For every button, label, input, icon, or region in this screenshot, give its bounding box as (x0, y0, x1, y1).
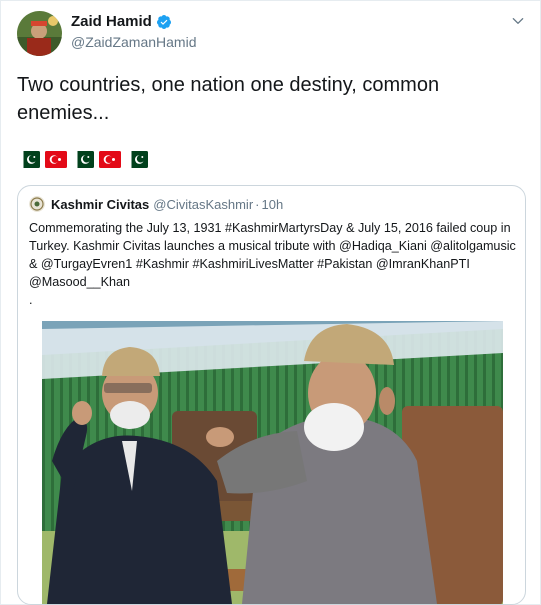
quoted-timestamp[interactable]: 10h (262, 197, 284, 212)
author-name-row: Zaid Hamid (71, 13, 172, 30)
quoted-author-handle[interactable]: @CivitasKashmir (153, 197, 253, 212)
turkey-flag-icon (99, 151, 121, 168)
author-avatar[interactable] (17, 11, 62, 56)
author-name[interactable]: Zaid Hamid (71, 13, 152, 30)
video-thumbnail[interactable] (42, 321, 503, 604)
pakistan-flag-icon (18, 151, 40, 168)
quoted-tweet[interactable]: Kashmir Civitas @CivitasKashmir · 10h Co… (17, 185, 526, 605)
quoted-author-name[interactable]: Kashmir Civitas (51, 197, 149, 212)
video-frame-image (42, 321, 503, 604)
author-handle[interactable]: @ZaidZamanHamid (71, 34, 196, 50)
pakistan-flag-icon (72, 151, 94, 168)
pakistan-flag-icon (126, 151, 148, 168)
quoted-tweet-text: Commemorating the July 13, 1931 #Kashmir… (29, 221, 516, 307)
tweet-card: Zaid Hamid @ZaidZamanHamid Two countries… (0, 0, 541, 605)
quoted-separator: · (255, 196, 260, 212)
tweet-text: Two countries, one nation one destiny, c… (17, 74, 440, 124)
chevron-down-icon[interactable] (510, 13, 526, 29)
turkey-flag-icon (45, 151, 67, 168)
quoted-author-avatar[interactable] (29, 196, 45, 212)
verified-badge-icon (156, 14, 171, 29)
quoted-tweet-header: Kashmir Civitas @CivitasKashmir · 10h (29, 196, 283, 212)
flag-emoji-row (18, 151, 148, 168)
